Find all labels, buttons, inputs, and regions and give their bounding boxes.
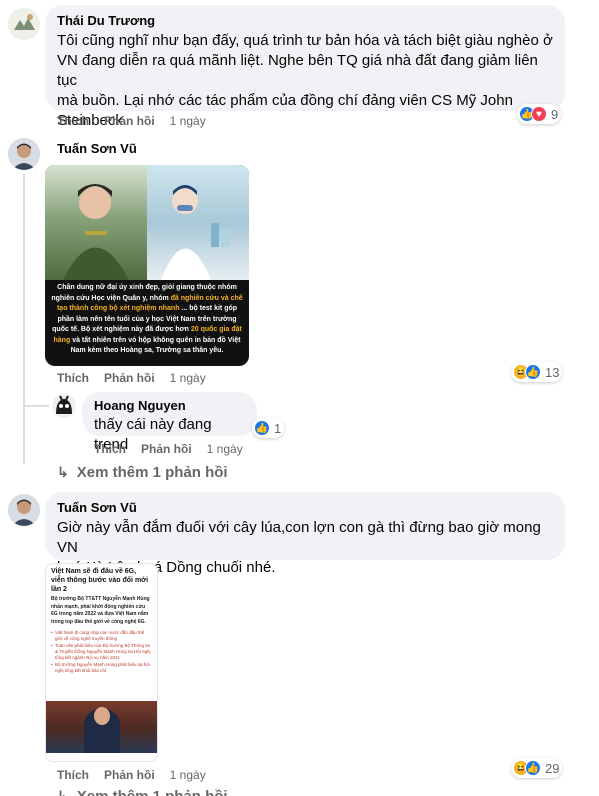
article-related-list: Việt Nam đi cùng nhịp các nước dẫn đầu t… [46, 628, 157, 677]
avatar[interactable] [8, 494, 40, 526]
article-lead: Bộ trưởng Bộ TT&TT Nguyễn Mạnh Hùng nhấn… [51, 596, 150, 625]
avatar[interactable] [52, 394, 76, 418]
like-reaction-icon: 👍 [525, 364, 541, 380]
reply-button[interactable]: Phản hồi [104, 114, 155, 128]
attached-article-screenshot[interactable]: Việt Nam sẽ đi đâu về 6G, viễn thông bướ… [45, 563, 158, 762]
comment-actions: Thích Phản hồi 1 ngày [57, 371, 206, 385]
avatar[interactable] [8, 8, 40, 40]
avatar-illustration-icon [8, 8, 40, 40]
reaction-summary[interactable]: 👍 ♥ 9 [517, 104, 562, 124]
reply-bubble: Hoang Nguyen thấy cái này đang trend [82, 392, 257, 453]
comment-actions: Thích Phản hồi 1 ngày [57, 768, 206, 782]
like-reaction-icon: 👍 [525, 760, 541, 776]
comment-time[interactable]: 1 ngày [170, 768, 206, 782]
comment-time[interactable]: 1 ngày [170, 371, 206, 385]
view-more-replies-link[interactable]: ↳ Xem thêm 1 phản hồi [57, 464, 228, 481]
like-button[interactable]: Thích [57, 768, 89, 782]
avatar-person-icon [8, 138, 40, 170]
attached-image[interactable]: Chân dung nữ đại úy xinh đẹp, giỏi giang… [45, 165, 249, 366]
like-button[interactable]: Thích [57, 114, 89, 128]
like-reaction-icon: 👍 [254, 420, 270, 436]
view-more-replies-link[interactable]: ↳ Xem thêm 1 phản hồi [57, 788, 228, 796]
comment-author[interactable]: Tuấn Sơn Vũ [57, 500, 553, 516]
comment-bubble: Thái Du Trương Tôi cũng nghĩ như bạn đấy… [45, 5, 565, 129]
like-button[interactable]: Thích [94, 442, 126, 456]
photo-lab [147, 165, 249, 280]
speaker-face [94, 707, 110, 725]
like-button[interactable]: Thích [57, 371, 89, 385]
reaction-count: 1 [274, 420, 282, 436]
image-caption: Chân dung nữ đại úy xinh đẹp, giỏi giang… [51, 284, 243, 354]
thread-line [23, 174, 25, 454]
article-photo [46, 701, 157, 753]
love-reaction-icon: ♥ [531, 106, 547, 122]
reply-actions: Thích Phản hồi 1 ngày [94, 442, 243, 456]
lab-photo-icon [161, 185, 229, 280]
comment-time[interactable]: 1 ngày [170, 114, 206, 128]
reaction-summary[interactable]: 😆 👍 13 [511, 362, 563, 382]
reply-author[interactable]: Hoang Nguyen [94, 398, 245, 414]
reply-connector [23, 405, 49, 407]
article-title: Việt Nam sẽ đi đâu về 6G, viễn thông bướ… [51, 568, 149, 593]
reaction-count: 13 [545, 364, 560, 380]
comment-time[interactable]: 1 ngày [207, 442, 243, 456]
more-replies-connector [23, 452, 25, 464]
reply-arrow-icon: ↳ [57, 788, 69, 796]
article-related-item: Việt Nam đi cùng nhịp các nước dẫn đầu t… [51, 630, 152, 642]
reaction-count: 9 [551, 106, 559, 122]
reply-button[interactable]: Phản hồi [104, 768, 155, 782]
reaction-summary[interactable]: 👍 1 [252, 418, 285, 438]
officer-photo-icon [63, 184, 129, 280]
avatar-person-icon [8, 494, 40, 526]
reaction-count: 29 [545, 760, 560, 776]
comment-author[interactable]: Tuấn Sơn Vũ [57, 141, 137, 157]
photo-officer [45, 165, 147, 280]
comment-bubble: Tuấn Sơn Vũ Giờ này vẫn đắm đuối với cây… [45, 492, 565, 576]
reaction-summary[interactable]: 😆 👍 29 [511, 758, 563, 778]
reply-button[interactable]: Phản hồi [104, 371, 155, 385]
avatar-character-icon [52, 394, 76, 418]
comment-author[interactable]: Thái Du Trương [57, 13, 553, 29]
article-related-item: Toàn văn phát biểu của Bộ trưởng Bộ Thôn… [51, 643, 152, 661]
article-related-item: Bộ trưởng Nguyễn Mạnh Hùng phát biểu tại… [51, 662, 152, 674]
avatar[interactable] [8, 138, 40, 170]
reply-button[interactable]: Phản hồi [141, 442, 192, 456]
reply-arrow-icon: ↳ [57, 464, 69, 480]
comment-actions: Thích Phản hồi 1 ngày [57, 114, 206, 128]
